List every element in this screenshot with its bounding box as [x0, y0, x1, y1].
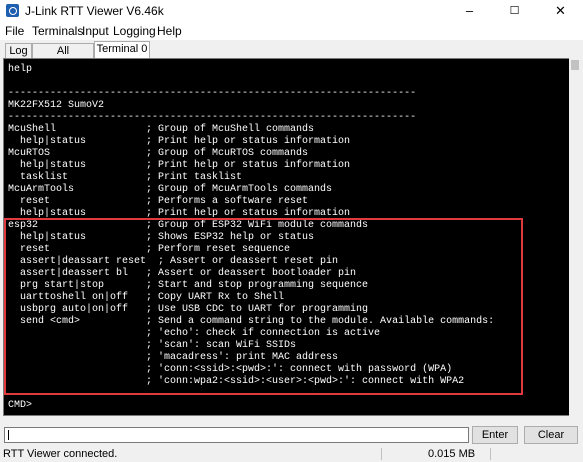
- terminal-line: reset ; Performs a software reset: [8, 196, 309, 207]
- tab-terminal-0[interactable]: Terminal 0: [94, 41, 150, 59]
- terminal-line: help: [8, 64, 33, 75]
- data-size-status: 0.015 MB: [428, 448, 476, 460]
- maximize-button[interactable]: ☐: [492, 0, 537, 22]
- terminal-line: McuShell ; Group of McuShell commands: [8, 124, 315, 135]
- status-divider: [490, 448, 491, 460]
- menu-logging[interactable]: Logging: [113, 24, 156, 38]
- terminal-line: tasklist ; Print tasklist: [8, 172, 243, 183]
- text-caret: [8, 430, 9, 440]
- terminal-line: help|status ; Print help or status infor…: [8, 136, 351, 147]
- jlink-app-icon: [6, 4, 19, 17]
- terminal-line: help|status ; Print help or status infor…: [8, 160, 351, 171]
- terminal-prompt: CMD>: [8, 400, 33, 411]
- command-input[interactable]: [4, 427, 469, 443]
- window-title: J-Link RTT Viewer V6.46k: [25, 4, 164, 18]
- close-button[interactable]: ✕: [538, 0, 583, 22]
- tab-all-terminals[interactable]: All Terminals: [32, 43, 94, 71]
- terminal-line: MK22FX512 SumoV2: [8, 100, 105, 111]
- terminal-scrollbar[interactable]: [569, 58, 581, 416]
- tab-strip: Log All Terminals Terminal 0: [0, 41, 583, 71]
- menu-bar: File Terminals Input Logging Help: [0, 22, 583, 40]
- status-bar: RTT Viewer connected. 0.015 MB: [0, 446, 583, 462]
- menu-terminals[interactable]: Terminals: [32, 24, 83, 38]
- menu-help[interactable]: Help: [157, 24, 182, 38]
- status-divider: [381, 448, 382, 460]
- menu-file[interactable]: File: [5, 24, 24, 38]
- enter-button[interactable]: Enter: [472, 426, 518, 444]
- terminal-line: McuArmTools ; Group of McuArmTools comma…: [8, 184, 333, 195]
- connection-status: RTT Viewer connected.: [3, 448, 118, 460]
- terminal-line: ----------------------------------------…: [8, 112, 417, 123]
- scrollbar-thumb[interactable]: [571, 60, 579, 70]
- tab-log[interactable]: Log: [5, 43, 32, 58]
- terminal-line: ----------------------------------------…: [8, 88, 417, 99]
- clear-button[interactable]: Clear: [524, 426, 578, 444]
- minimize-button[interactable]: –: [447, 0, 492, 22]
- title-bar: J-Link RTT Viewer V6.46k – ☐ ✕: [0, 0, 583, 22]
- esp32-highlight-box: [4, 218, 523, 395]
- menu-input[interactable]: Input: [82, 24, 109, 38]
- terminal-line: McuRTOS ; Group of McuRTOS commands: [8, 148, 309, 159]
